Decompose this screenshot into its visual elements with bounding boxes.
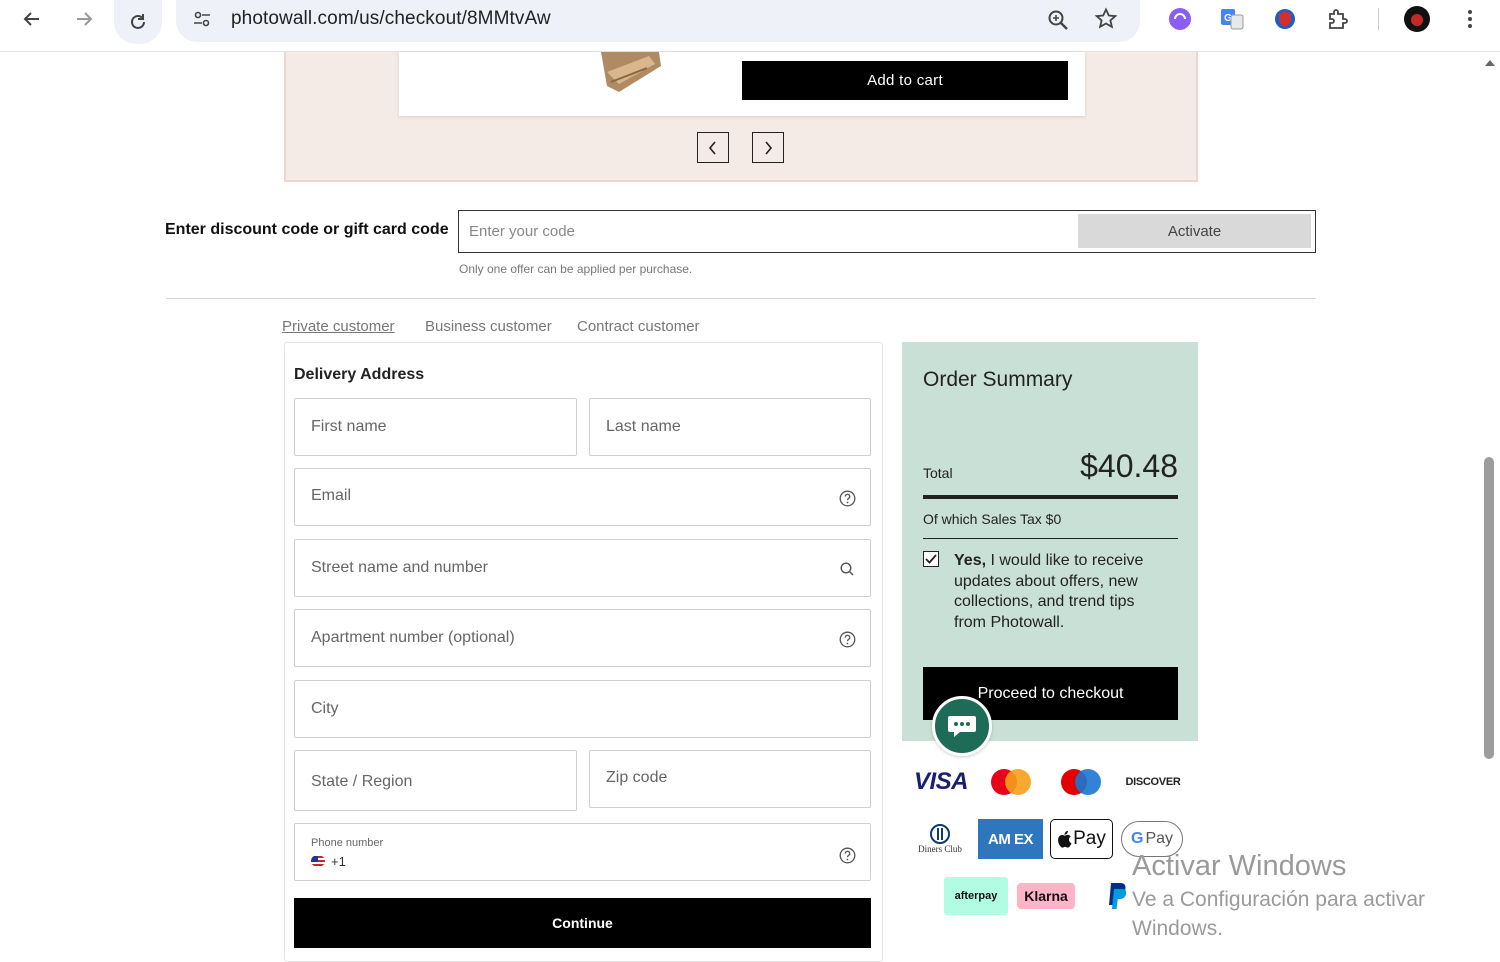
browser-toolbar: photowall.com/us/checkout/8MMtvAw G — [0, 0, 1500, 52]
carousel-prev-button[interactable] — [697, 132, 729, 163]
state-input[interactable] — [311, 771, 536, 793]
afterpay-logo: afterpay — [944, 877, 1008, 915]
consent-yes: Yes, — [954, 552, 987, 569]
product-card: Add to cart — [399, 52, 1085, 116]
apple-icon — [1058, 830, 1072, 848]
last-name-field — [589, 398, 871, 456]
amex-logo: AM EX — [978, 819, 1043, 859]
checkmark-icon — [925, 554, 937, 564]
watermark-title: Activar Windows — [1132, 850, 1347, 882]
apple-pay-logo: Pay — [1050, 819, 1113, 859]
zip-field — [589, 750, 871, 808]
help-icon[interactable] — [838, 846, 856, 864]
address-bar[interactable]: photowall.com/us/checkout/8MMtvAw — [176, 0, 1140, 42]
chevron-right-icon — [765, 140, 773, 155]
newsletter-consent-text: Yes, I would like to receive updates abo… — [954, 551, 1166, 633]
bookmark-star-icon[interactable] — [1094, 7, 1118, 36]
email-input[interactable] — [311, 485, 771, 507]
phone-country-code: +1 — [331, 854, 346, 869]
apartment-field — [294, 609, 871, 667]
zip-input[interactable] — [606, 767, 830, 789]
apartment-input[interactable] — [311, 627, 771, 649]
tab-private-customer[interactable]: Private customer — [282, 318, 395, 335]
add-to-cart-button[interactable]: Add to cart — [742, 61, 1068, 100]
delivery-address-title: Delivery Address — [294, 366, 425, 383]
back-arrow-icon[interactable] — [12, 0, 52, 38]
klarna-text: Klarna — [1024, 888, 1068, 904]
diners-text: Diners Club — [918, 844, 962, 854]
search-icon — [838, 560, 856, 578]
chat-support-button[interactable] — [932, 696, 992, 756]
last-name-input[interactable] — [606, 416, 830, 438]
discover-text: DISCOVER — [1125, 776, 1181, 788]
total-divider — [923, 495, 1178, 499]
extension-purple-icon[interactable] — [1165, 4, 1195, 34]
watermark-line1: Ve a Configuración para activar — [1132, 888, 1426, 911]
activate-button[interactable]: Activate — [1078, 214, 1311, 248]
scroll-up-arrow-icon[interactable] — [1485, 60, 1495, 66]
security-extension-icon[interactable] — [1270, 4, 1300, 34]
chevron-left-icon — [708, 140, 716, 155]
carousel-next-button[interactable] — [752, 132, 784, 163]
discover-logo: DISCOVER — [1124, 770, 1182, 794]
discount-field: Activate — [458, 210, 1316, 253]
order-summary-title: Order Summary — [923, 368, 1073, 391]
street-input[interactable] — [311, 557, 771, 579]
visa-text: VISA — [913, 768, 969, 795]
us-flag-icon[interactable] — [311, 855, 325, 867]
diners-club-logo: Diners Club — [912, 820, 968, 858]
help-icon[interactable] — [838, 630, 856, 648]
scrollbar-thumb[interactable] — [1484, 457, 1494, 759]
tab-business-customer[interactable]: Business customer — [425, 318, 552, 335]
help-icon[interactable] — [838, 489, 856, 507]
url-text: photowall.com/us/checkout/8MMtvAw — [231, 8, 551, 29]
city-field — [294, 680, 871, 738]
order-summary-panel: Order Summary Total $40.48 Of which Sale… — [902, 342, 1198, 741]
google-g-icon: G — [1130, 830, 1144, 847]
extensions-puzzle-icon[interactable] — [1323, 4, 1353, 34]
profile-avatar[interactable] — [1402, 4, 1432, 34]
afterpay-text: afterpay — [954, 890, 998, 902]
phone-label: Phone number — [311, 837, 384, 849]
continue-button[interactable]: Continue — [294, 898, 871, 948]
zoom-icon[interactable] — [1046, 8, 1070, 37]
visa-logo: VISA — [913, 766, 969, 798]
site-settings-icon[interactable] — [192, 9, 212, 34]
street-field — [294, 539, 871, 597]
reload-icon[interactable] — [114, 0, 162, 44]
windows-activation-watermark: Activar Windows Ve a Configuración para … — [1132, 850, 1425, 943]
translate-extension-icon[interactable]: G — [1217, 4, 1247, 34]
tax-divider — [923, 538, 1178, 539]
product-image[interactable] — [589, 52, 669, 94]
amex-text: AM EX — [987, 830, 1034, 848]
toolbar-divider — [1378, 8, 1379, 30]
city-input[interactable] — [311, 698, 771, 720]
phone-field[interactable]: Phone number +1 — [294, 823, 871, 881]
divider — [166, 298, 1316, 299]
discount-code-input[interactable] — [469, 219, 1069, 243]
maestro-logo — [1058, 766, 1104, 798]
tab-contract-customer[interactable]: Contract customer — [577, 318, 700, 335]
total-label: Total — [923, 465, 953, 481]
google-pay-text: Pay — [1145, 830, 1174, 847]
state-field — [294, 750, 577, 811]
sales-tax-text: Of which Sales Tax $0 — [923, 511, 1062, 527]
apple-pay-text: Pay — [1073, 828, 1106, 849]
mastercard-logo — [988, 766, 1034, 798]
discount-label: Enter discount code or gift card code — [165, 221, 449, 238]
chat-icon — [948, 716, 976, 737]
forward-arrow-icon[interactable] — [64, 0, 104, 38]
total-amount: $40.48 — [1080, 448, 1178, 484]
klarna-logo: Klarna — [1017, 883, 1075, 909]
browser-menu-icon[interactable] — [1455, 4, 1485, 34]
newsletter-checkbox[interactable] — [923, 551, 939, 567]
page-scrollbar[interactable] — [1480, 52, 1500, 943]
first-name-input[interactable] — [311, 416, 536, 438]
first-name-field — [294, 398, 577, 456]
offer-note: Only one offer can be applied per purcha… — [459, 262, 693, 276]
paypal-logo — [1104, 880, 1132, 912]
email-field — [294, 468, 871, 526]
recommended-products-carousel: Add to cart — [284, 52, 1198, 182]
watermark-line2: Windows. — [1132, 917, 1224, 940]
